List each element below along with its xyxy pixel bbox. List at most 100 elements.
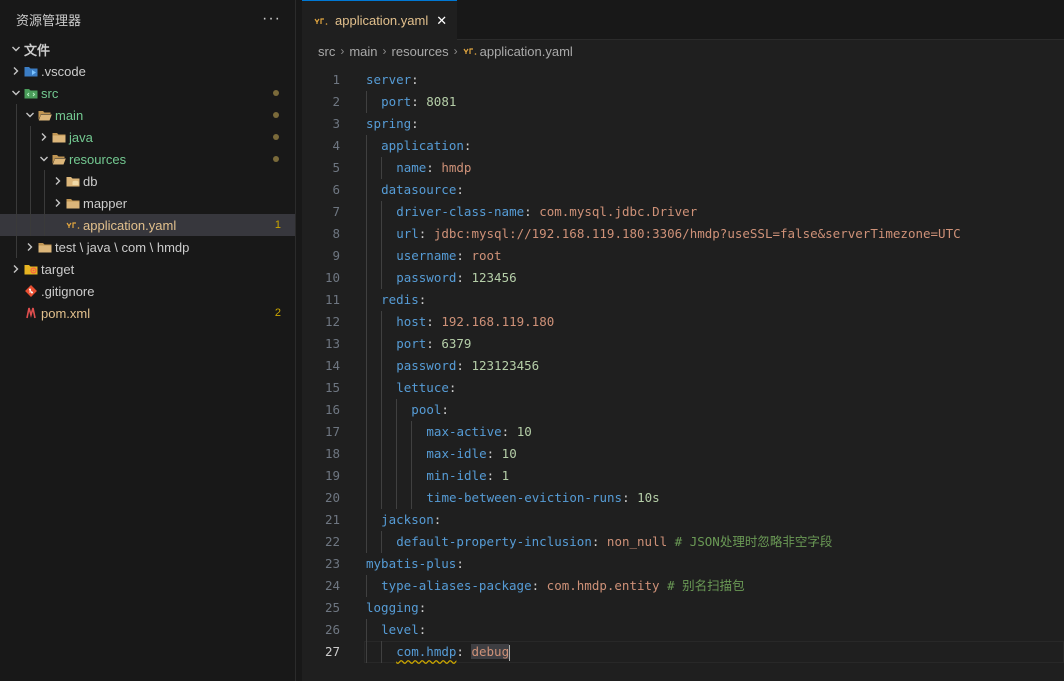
code-line[interactable]: 1 server:	[302, 69, 1064, 91]
code-line[interactable]: 18 max-idle: 10	[302, 443, 1064, 465]
code-line[interactable]: 5 name: hmdp	[302, 157, 1064, 179]
folder-open-icon	[38, 108, 52, 122]
indent-guide	[396, 443, 398, 465]
tree-item[interactable]: resources	[0, 148, 295, 170]
code-text: port: 8081	[381, 91, 456, 113]
indent-guide	[411, 421, 413, 443]
code-line[interactable]: 8 url: jdbc:mysql://192.168.119.180:3306/…	[302, 223, 1064, 245]
explorer-section-label: 文件	[24, 42, 51, 58]
code-line[interactable]: 15 lettuce:	[302, 377, 1064, 399]
indent-guide	[366, 267, 367, 289]
code-text: password: 123123456	[396, 355, 539, 377]
tree-item-label: mapper	[83, 195, 128, 211]
close-icon[interactable]: ✕	[436, 13, 447, 29]
code-line[interactable]: 19 min-idle: 1	[302, 465, 1064, 487]
code-text: com.hmdp: debug	[396, 641, 511, 663]
indent-guide	[366, 443, 367, 465]
yaml-value: jdbc:mysql://192.168.119.180:3306/hmdp?u…	[433, 226, 961, 241]
indent-guide	[381, 421, 383, 443]
code-line[interactable]: 26 level:	[302, 619, 1064, 641]
yaml-key: level	[381, 622, 419, 637]
yaml-value: 123456	[471, 270, 517, 285]
yaml-value: 8081	[426, 94, 457, 109]
breadcrumb-main[interactable]: main	[349, 44, 377, 59]
code-line[interactable]: 22 default-property-inclusion: non_null #…	[302, 531, 1064, 553]
code-line[interactable]: 27 com.hmdp: debug	[302, 641, 1064, 663]
code-text: jackson:	[381, 509, 441, 531]
indent-guide	[366, 355, 367, 377]
line-number: 10	[324, 270, 340, 285]
chevron-down-icon	[8, 44, 24, 54]
code-line[interactable]: 16 pool:	[302, 399, 1064, 421]
breadcrumb-resources[interactable]: resources	[392, 44, 449, 59]
line-number: 2	[332, 94, 340, 109]
code-line[interactable]: 10 password: 123456	[302, 267, 1064, 289]
line-number: 17	[324, 424, 340, 439]
breadcrumb-file[interactable]: application.yaml	[480, 44, 573, 59]
code-text: max-idle: 10	[426, 443, 516, 465]
tree-item-label: java	[69, 129, 93, 145]
code-line[interactable]: 11 redis:	[302, 289, 1064, 311]
chevron-right-icon: ›	[340, 44, 345, 58]
yaml-key: default-property-inclusion	[396, 534, 592, 549]
src-folder-icon	[24, 86, 38, 100]
yaml-key: host	[396, 314, 427, 329]
yaml-colon: :	[463, 138, 472, 153]
indent-guide	[366, 575, 367, 597]
line-number: 8	[332, 226, 340, 241]
code-line[interactable]: 24 type-aliases-package: com.hmdp.entity …	[302, 575, 1064, 597]
line-number: 18	[324, 446, 340, 461]
ellipsis-icon[interactable]: ···	[262, 10, 281, 28]
target-folder-icon	[24, 262, 38, 276]
code-line[interactable]: 9 username: root	[302, 245, 1064, 267]
explorer-section-header[interactable]: 文件	[0, 38, 295, 60]
tree-item[interactable]: .vscode	[0, 60, 295, 82]
tab-application-yaml[interactable]: application.yaml ✕	[302, 0, 458, 40]
code-line[interactable]: 12 host: 192.168.119.180	[302, 311, 1064, 333]
yaml-key: mybatis-plus	[366, 556, 457, 571]
code-line[interactable]: 20 time-between-eviction-runs: 10s	[302, 487, 1064, 509]
tree-item[interactable]: target	[0, 258, 295, 280]
yaml-key: redis	[381, 292, 419, 307]
tree-item[interactable]: db	[0, 170, 295, 192]
indent-guide	[381, 377, 383, 399]
code-line[interactable]: 17 max-active: 10	[302, 421, 1064, 443]
indent-guide	[44, 170, 45, 192]
indent-guide	[16, 236, 17, 258]
code-line[interactable]: 4 application:	[302, 135, 1064, 157]
tree-item[interactable]: src	[0, 82, 295, 104]
code-line[interactable]: 2 port: 8081	[302, 91, 1064, 113]
tree-item[interactable]: .gitignore	[0, 280, 295, 302]
chevron-right-icon: ›	[453, 44, 458, 58]
code-line[interactable]: 6 datasource:	[302, 179, 1064, 201]
line-number: 11	[324, 292, 340, 307]
code-editor[interactable]: 1 server: 2 port: 8081 3 spring: 4 application:…	[302, 69, 1064, 663]
code-text: username: root	[396, 245, 501, 267]
indent-guide	[16, 170, 17, 192]
tree-item[interactable]: mapper	[0, 192, 295, 214]
code-line[interactable]: 7 driver-class-name: com.mysql.jdbc.Drive…	[302, 201, 1064, 223]
code-line[interactable]: 14 password: 123123456	[302, 355, 1064, 377]
indent-guide	[44, 192, 45, 214]
code-line[interactable]: 23 mybatis-plus:	[302, 553, 1064, 575]
code-line[interactable]: 3 spring:	[302, 113, 1064, 135]
indent-guide	[366, 333, 367, 355]
tree-item[interactable]: application.yaml 1	[0, 214, 295, 236]
tree-item[interactable]: pom.xml 2	[0, 302, 295, 324]
code-line[interactable]: 13 port: 6379	[302, 333, 1064, 355]
yaml-colon: :	[456, 358, 472, 373]
code-line[interactable]: 21 jackson:	[302, 509, 1064, 531]
tree-item[interactable]: main	[0, 104, 295, 126]
indent-guide	[366, 135, 367, 157]
yaml-colon: :	[411, 116, 419, 131]
breadcrumb-src[interactable]: src	[318, 44, 335, 59]
code-line[interactable]: 25 logging:	[302, 597, 1064, 619]
tree-item[interactable]: test \ java \ com \ hmdp	[0, 236, 295, 258]
code-text: name: hmdp	[396, 157, 471, 179]
chevron-right-icon	[50, 198, 66, 208]
folder-open-icon	[52, 152, 66, 166]
indent-guide	[381, 531, 383, 553]
indent-guide	[366, 201, 367, 223]
tree-item[interactable]: java	[0, 126, 295, 148]
code-text: pool:	[411, 399, 449, 421]
